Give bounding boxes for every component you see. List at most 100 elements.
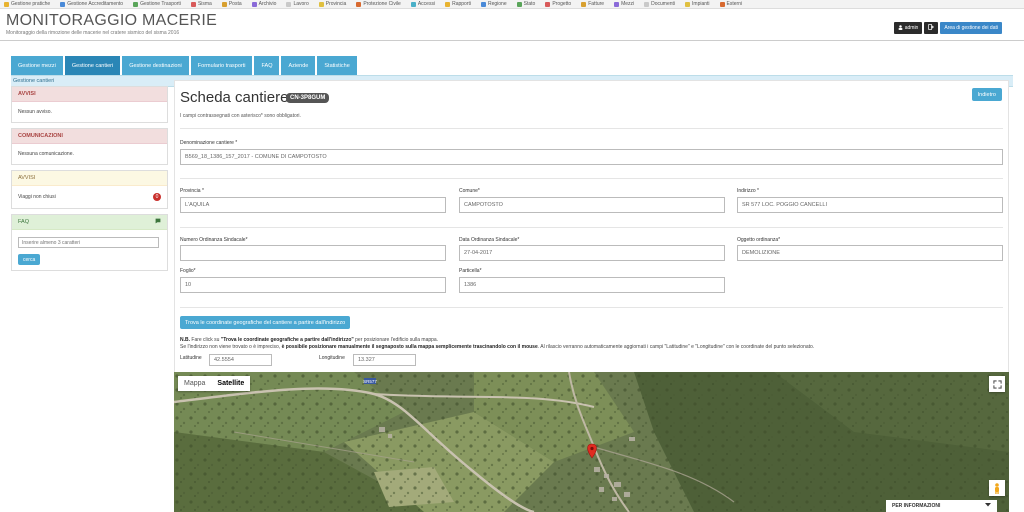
- longitudine-label: Longitudine: [319, 355, 345, 361]
- bookmark-item[interactable]: Sisma: [190, 1, 212, 7]
- indirizzo-field[interactable]: SR 577 LOC. POGGIO CANCELLI: [737, 197, 1003, 213]
- folder-icon: [516, 1, 522, 7]
- foglio-field[interactable]: 10: [180, 277, 446, 293]
- bookmark-item[interactable]: Documenti: [644, 1, 675, 7]
- area-gestione-button[interactable]: Area di gestione dei dati: [940, 22, 1002, 34]
- bookmark-label: Lavoro: [293, 1, 309, 7]
- foglio-label: Foglio*: [180, 268, 196, 274]
- comunicazioni-panel: COMUNICAZIONI Nessuna comunicazione.: [11, 128, 168, 165]
- folder-icon: [719, 1, 725, 7]
- comunicazioni-body: Nessuna comunicazione.: [18, 151, 74, 157]
- faq-panel: FAQ cerca: [11, 214, 168, 271]
- tab-statistiche[interactable]: Statistiche: [317, 56, 357, 75]
- nb-line1-b: "Trova le coordinate geografiche a parti…: [220, 337, 354, 343]
- folder-icon: [614, 1, 620, 7]
- tab-aziende[interactable]: Aziende: [281, 56, 316, 75]
- avvisi-body: Nessun avviso.: [18, 109, 52, 115]
- avvisi-panel: AVVISI Nessun avviso.: [11, 86, 168, 123]
- bookmark-item[interactable]: Esterni: [719, 1, 742, 7]
- site-subtitle: Monitoraggio della rimozione delle macer…: [6, 30, 180, 36]
- nav-tabs: Gestione mezzi Gestione cantieri Gestione …: [11, 56, 357, 75]
- longitudine-field[interactable]: 13.327: [353, 354, 416, 366]
- tab-gestione-destinazioni[interactable]: Gestione destinazioni: [122, 56, 189, 75]
- find-coordinates-button[interactable]: Trova le coordinate geografiche del cant…: [180, 316, 351, 329]
- folder-icon: [286, 1, 292, 7]
- info-bar[interactable]: PER INFORMAZIONI: [886, 500, 997, 512]
- site-header: MONITORAGGIO MACERIE Monitoraggio della …: [0, 9, 1024, 41]
- bookmark-item[interactable]: Posta: [221, 1, 242, 7]
- bookmark-item[interactable]: Fatture: [581, 1, 604, 7]
- bookmark-item[interactable]: Progetto: [545, 1, 571, 7]
- bookmark-item[interactable]: Gestione Trasporti: [133, 1, 181, 7]
- bookmark-label: Gestione Accreditamento: [67, 1, 124, 7]
- pegman-icon[interactable]: [989, 480, 1005, 496]
- logout-button[interactable]: [924, 22, 939, 34]
- fullscreen-icon[interactable]: [989, 376, 1005, 392]
- tab-gestione-mezzi[interactable]: Gestione mezzi: [11, 56, 63, 75]
- tab-satellite[interactable]: Satellite: [211, 376, 250, 391]
- provincia-field[interactable]: L'AQUILA: [180, 197, 446, 213]
- bookmark-item[interactable]: Stato: [516, 1, 536, 7]
- bookmark-label: Progetto: [552, 1, 572, 7]
- folder-icon: [410, 1, 416, 7]
- folder-icon: [581, 1, 587, 7]
- map-type-tabs: Mappa Satellite: [178, 376, 251, 391]
- folder-icon: [60, 1, 66, 7]
- bookmark-label: Regione: [487, 1, 507, 7]
- folder-icon: [251, 1, 257, 7]
- denominazione-field[interactable]: B569_18_1386_157_2017 - COMUNE DI CAMPOT…: [180, 149, 1003, 165]
- bookmark-item[interactable]: Rapporti: [445, 1, 471, 7]
- back-button[interactable]: Indietro: [971, 88, 1002, 101]
- tab-formulario-trasporti[interactable]: Formulario trasporti: [190, 56, 253, 75]
- bookmark-label: Gestione pratiche: [11, 1, 51, 7]
- bookmark-item[interactable]: Protezione Civile: [356, 1, 401, 7]
- faq-header: FAQ: [12, 215, 167, 230]
- bookmark-label: Posta: [228, 1, 242, 7]
- oggetto-ordinanza-field[interactable]: DEMOLIZIONE: [737, 245, 1003, 261]
- bookmark-item[interactable]: Lavoro: [286, 1, 309, 7]
- faq-search-input[interactable]: [18, 237, 159, 248]
- nb-line1-c: per posizionare l'edificio sulla mappa.: [353, 337, 439, 343]
- comunicazioni-title: COMUNICAZIONI: [12, 129, 167, 144]
- bookmark-label: Stato: [523, 1, 536, 7]
- bookmark-item[interactable]: Archivio: [251, 1, 276, 7]
- viaggi-count-badge: 0: [153, 193, 161, 201]
- bookmark-item[interactable]: Provincia: [318, 1, 347, 7]
- faq-search-button[interactable]: cerca: [18, 254, 41, 265]
- indirizzo-label: Indirizzo *: [737, 188, 759, 194]
- comune-field[interactable]: CAMPOTOSTO: [459, 197, 725, 213]
- bookmark-item[interactable]: Mezzi: [614, 1, 634, 7]
- comune-label: Comune*: [459, 188, 480, 194]
- bookmarks-bar: Gestione pratiche Gestione Accreditamento…: [0, 0, 1024, 9]
- viaggi-row[interactable]: Viaggi non chiusi 0: [12, 186, 167, 208]
- folder-icon: [190, 1, 196, 7]
- folder-icon: [318, 1, 324, 7]
- bookmark-label: Protezione Civile: [363, 1, 401, 7]
- bookmark-item[interactable]: Impianti: [685, 1, 710, 7]
- logout-icon: [928, 24, 935, 32]
- divider: [180, 227, 1003, 228]
- bookmark-label: Provincia: [325, 1, 347, 7]
- tab-faq[interactable]: FAQ: [254, 56, 280, 75]
- satellite-map[interactable]: SR577 Mappa Satellite PER INFORMAZIONI: [174, 372, 1009, 512]
- data-ordinanza-field[interactable]: 27-04-2017: [459, 245, 725, 261]
- particella-field[interactable]: 1386: [459, 277, 725, 293]
- chevron-down-icon: [985, 503, 991, 509]
- bookmark-item[interactable]: Gestione Accreditamento: [60, 1, 123, 7]
- tab-mappa[interactable]: Mappa: [178, 376, 211, 391]
- bookmark-item[interactable]: Accessi: [410, 1, 435, 7]
- bookmark-item[interactable]: Gestione pratiche: [4, 1, 50, 7]
- latitudine-field[interactable]: 42.5554: [209, 354, 272, 366]
- numero-ordinanza-field[interactable]: [180, 245, 446, 261]
- site-title: MONITORAGGIO MACERIE: [6, 12, 218, 29]
- particella-label: Particella*: [459, 268, 482, 274]
- info-label: PER INFORMAZIONI: [892, 503, 941, 509]
- admin-button[interactable]: admin: [893, 22, 923, 34]
- bookmark-item[interactable]: Regione: [480, 1, 507, 7]
- bookmark-label: Impianti: [692, 1, 710, 7]
- admin-label: admin: [904, 25, 919, 31]
- bookmark-label: Mezzi: [621, 1, 635, 7]
- avvisi-title: AVVISI: [12, 87, 167, 102]
- tab-gestione-cantieri[interactable]: Gestione cantieri: [64, 56, 121, 75]
- road-label: SR577: [363, 379, 377, 384]
